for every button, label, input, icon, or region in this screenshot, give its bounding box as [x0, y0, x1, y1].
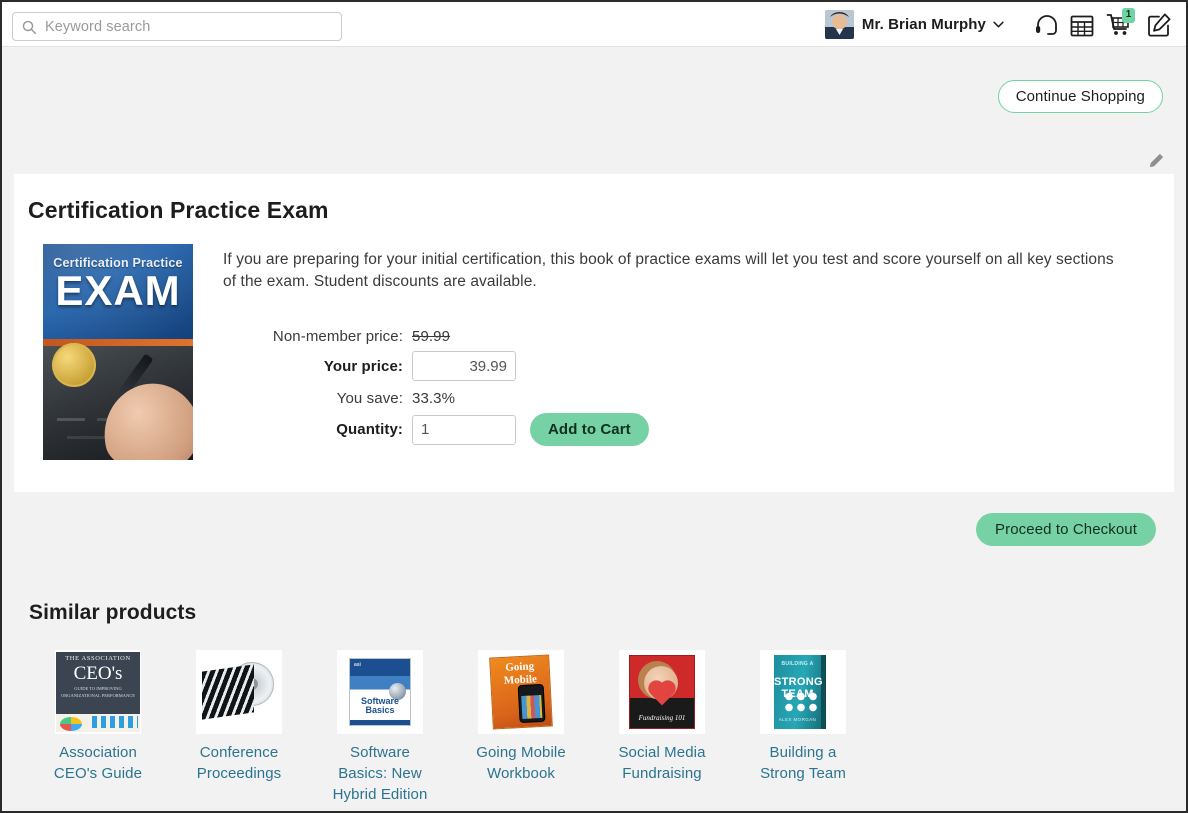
- headset-icon[interactable]: [1034, 12, 1060, 38]
- similar-products-title: Similar products: [29, 601, 197, 624]
- nonmember-price-label: Non-member price:: [272, 328, 403, 345]
- product-thumbnail: [196, 650, 282, 734]
- thumb-text: CEO's: [73, 663, 123, 684]
- list-item[interactable]: BUILDING A STRONG TEAM ALEX MORGAN Build…: [749, 650, 857, 805]
- you-save-value: 33.3%: [412, 390, 456, 407]
- nonmember-price-row: Non-member price: 59.99: [223, 326, 649, 347]
- list-item[interactable]: Fundraising 101 Social Media Fundraising: [608, 650, 716, 805]
- user-name: Mr. Brian Murphy: [861, 16, 986, 33]
- pricing-block: Non-member price: 59.99 Your price: You …: [223, 326, 649, 446]
- search-box[interactable]: [12, 12, 342, 41]
- proceed-to-checkout-button[interactable]: Proceed to Checkout: [976, 513, 1156, 546]
- your-price-row: Your price:: [223, 351, 649, 381]
- product-thumbnail: asi Software Basics: [337, 650, 423, 734]
- thumb-text: Fundraising 101: [638, 714, 686, 722]
- product-card: Certification Practice Exam Certificatio…: [14, 174, 1174, 492]
- cover-hand: [94, 374, 193, 460]
- thumb-text: Software Basics: [360, 696, 399, 716]
- search-input[interactable]: [45, 18, 333, 35]
- quantity-input[interactable]: [412, 414, 516, 445]
- header-right-group: Mr. Brian Murphy 1: [824, 2, 1172, 47]
- your-price-label: Your price:: [323, 357, 403, 375]
- continue-shopping-button[interactable]: Continue Shopping: [997, 80, 1163, 113]
- add-to-cart-button[interactable]: Add to Cart: [530, 413, 649, 446]
- thumb-text: THE ASSOCIATION: [65, 655, 131, 662]
- nonmember-price-value: 59.99: [412, 328, 451, 345]
- chevron-down-icon[interactable]: [993, 21, 1004, 28]
- product-link-label[interactable]: Social Media Fundraising: [608, 742, 716, 784]
- product-cover-image: Certification Practice EXAM: [43, 244, 193, 460]
- page-title: Certification Practice Exam: [28, 197, 329, 223]
- similar-products-section: Similar products THE ASSOCIATION CEO's G…: [2, 578, 1186, 811]
- thumb-text: asi: [354, 662, 361, 668]
- quantity-label: Quantity:: [336, 421, 403, 438]
- you-save-row: You save: 33.3%: [223, 388, 649, 409]
- similar-products-list: THE ASSOCIATION CEO's GUIDE TO IMPROVING…: [44, 650, 857, 805]
- product-thumbnail: Going Mobile: [478, 650, 564, 734]
- list-item[interactable]: Conference Proceedings: [185, 650, 293, 805]
- product-link-label[interactable]: Conference Proceedings: [185, 742, 293, 784]
- product-thumbnail: Fundraising 101: [619, 650, 705, 734]
- cover-main-title: EXAM: [55, 267, 181, 314]
- search-icon: [22, 20, 37, 34]
- product-thumbnail: THE ASSOCIATION CEO's GUIDE TO IMPROVING…: [55, 650, 141, 734]
- cart-icon[interactable]: 1: [1106, 7, 1135, 38]
- checkout-band: Proceed to Checkout: [2, 492, 1186, 578]
- your-price-input[interactable]: [412, 351, 516, 381]
- list-item[interactable]: asi Software Basics Software Basics: New…: [326, 650, 434, 805]
- product-link-label[interactable]: Building a Strong Team: [749, 742, 857, 784]
- top-action-band: Continue Shopping: [2, 48, 1186, 174]
- list-item[interactable]: THE ASSOCIATION CEO's GUIDE TO IMPROVING…: [44, 650, 152, 805]
- product-description: If you are preparing for your initial ce…: [223, 251, 1114, 291]
- product-thumbnail: BUILDING A STRONG TEAM ALEX MORGAN: [760, 650, 846, 734]
- pencil-icon[interactable]: [1149, 153, 1164, 168]
- app-window: Mr. Brian Murphy: [0, 0, 1188, 813]
- list-item[interactable]: Going Mobile Going Mobile Workbook: [467, 650, 575, 805]
- quantity-row: Quantity: Add to Cart: [223, 413, 649, 446]
- thumb-text: GUIDE TO IMPROVING ORGANIZATIONAL PERFOR…: [61, 686, 135, 698]
- you-save-label: You save:: [336, 390, 403, 407]
- thumb-text: BUILDING A: [781, 661, 814, 667]
- cart-badge: 1: [1122, 7, 1135, 23]
- product-link-label[interactable]: Going Mobile Workbook: [467, 742, 575, 784]
- compose-icon[interactable]: [1146, 12, 1172, 38]
- top-header-bar: Mr. Brian Murphy: [2, 2, 1186, 47]
- calendar-icon[interactable]: [1069, 12, 1095, 38]
- product-link-label[interactable]: Association CEO's Guide: [44, 742, 152, 784]
- product-link-label[interactable]: Software Basics: New Hybrid Edition: [326, 742, 434, 805]
- thumb-text: ALEX MORGAN: [778, 717, 817, 722]
- avatar[interactable]: [824, 10, 854, 39]
